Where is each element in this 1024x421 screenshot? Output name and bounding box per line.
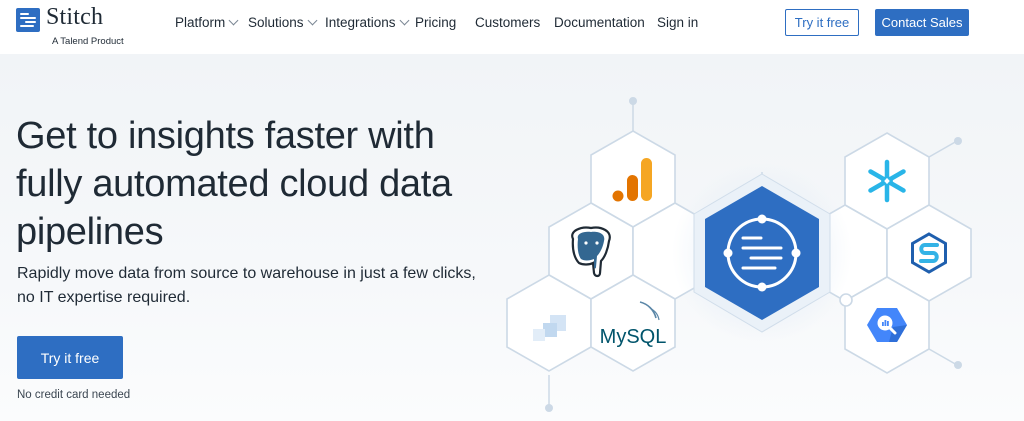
link-node — [839, 293, 853, 307]
brand-tagline: A Talend Product — [52, 36, 124, 47]
mysql-logo-text: MySQL — [600, 326, 667, 348]
no-credit-card-note: No credit card needed — [17, 389, 131, 401]
chevron-down-icon — [307, 15, 317, 26]
nav-pricing-label: Pricing — [415, 15, 457, 30]
hero-subhead: Rapidly move data from source to warehou… — [17, 265, 476, 306]
nav-documentation[interactable]: Documentation — [554, 15, 645, 30]
integration-hex-graphic: MySQL — [506, 97, 972, 412]
nav-pricing[interactable]: Pricing — [415, 15, 456, 30]
try-free-nav-button[interactable]: Try it free — [785, 9, 859, 36]
chevron-down-icon — [399, 15, 409, 26]
nav-integrations[interactable]: Integrations — [325, 15, 409, 30]
try-free-hero-button[interactable]: Try it free — [17, 336, 123, 379]
stitch-logo-icon — [16, 8, 40, 32]
nav-sign-in[interactable]: Sign in — [657, 15, 698, 30]
chevron-down-icon — [228, 15, 239, 26]
nav-sign-in-label: Sign in — [657, 15, 699, 30]
brand-name: Stitch — [46, 4, 104, 30]
stitch-hub-icon — [672, 163, 852, 343]
nav-platform[interactable]: Platform — [175, 15, 239, 30]
nav-solutions[interactable]: Solutions — [248, 15, 317, 30]
nav-integrations-label: Integrations — [325, 15, 396, 30]
contact-sales-button[interactable]: Contact Sales — [875, 9, 969, 36]
nav-customers[interactable]: Customers — [475, 15, 540, 30]
nav-documentation-label: Documentation — [554, 15, 645, 30]
nav-solutions-label: Solutions — [248, 15, 304, 30]
azure-synapse-icon — [911, 232, 947, 274]
stitch-logo[interactable]: Stitch A Talend Product — [16, 4, 136, 47]
nav-customers-label: Customers — [475, 15, 541, 30]
nav-platform-label: Platform — [175, 15, 226, 30]
hero-headline: Get to insights faster with fully automa… — [16, 115, 452, 253]
